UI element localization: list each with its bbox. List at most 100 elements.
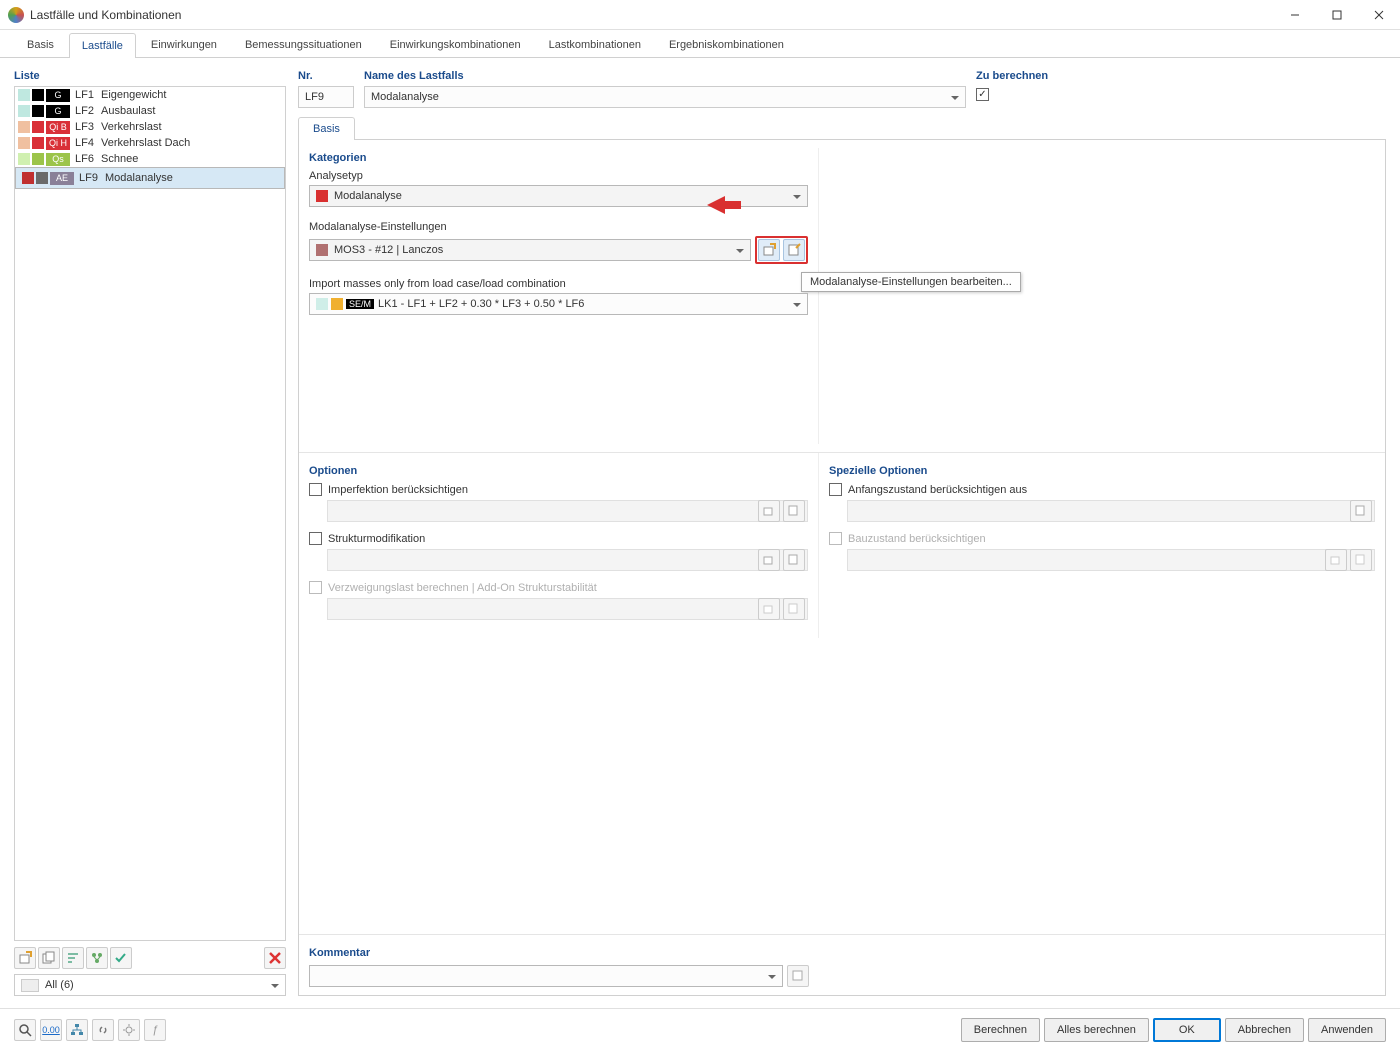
construction-edit-icon <box>1350 549 1372 571</box>
settings-buttons-highlight <box>755 236 808 264</box>
minimize-button[interactable] <box>1274 0 1316 30</box>
lf-name: Ausbaulast <box>101 105 282 117</box>
title-bar: Lastfälle und Kombinationen <box>0 0 1400 30</box>
close-button[interactable] <box>1358 0 1400 30</box>
initial-edit-icon[interactable] <box>1350 500 1372 522</box>
units-icon[interactable]: 0.00 <box>40 1019 62 1041</box>
lf-name: Modalanalyse <box>105 172 278 184</box>
calc-all-button[interactable]: Alles berechnen <box>1044 1018 1149 1042</box>
lf-name: Schnee <box>101 153 282 165</box>
cancel-button[interactable]: Abbrechen <box>1225 1018 1304 1042</box>
type-swatch-icon <box>316 190 328 202</box>
swatch-icon <box>18 105 30 117</box>
list-item[interactable]: Qi H LF4Verkehrslast Dach <box>15 135 285 151</box>
list-item[interactable]: GLF2Ausbaulast <box>15 103 285 119</box>
nr-field[interactable]: LF9 <box>298 86 354 108</box>
ok-button[interactable]: OK <box>1153 1018 1221 1042</box>
category-tag: G <box>46 89 70 102</box>
function-icon[interactable]: ƒ <box>144 1019 166 1041</box>
settings-new-button[interactable] <box>758 239 780 261</box>
copy-icon[interactable] <box>38 947 60 969</box>
imperfection-new-icon[interactable] <box>758 500 780 522</box>
branching-label: Verzweigungslast berechnen | Add-On Stru… <box>328 582 597 594</box>
tree-icon[interactable] <box>86 947 108 969</box>
check-icon[interactable] <box>110 947 132 969</box>
settings-edit-button[interactable] <box>783 239 805 261</box>
list-item[interactable]: Qs LF6Schnee <box>15 151 285 167</box>
lf-number: LF6 <box>75 153 101 165</box>
swatch-icon <box>18 137 30 149</box>
tab-bemessungssituationen[interactable]: Bemessungssituationen <box>232 32 375 57</box>
link-icon[interactable] <box>92 1019 114 1041</box>
kategorien-title: Kategorien <box>309 152 808 164</box>
list-title: Liste <box>14 70 286 82</box>
structmod-new-icon[interactable] <box>758 549 780 571</box>
sort-icon[interactable] <box>62 947 84 969</box>
category-tag: Qi H <box>46 137 70 150</box>
kommentar-field[interactable] <box>309 965 783 987</box>
maximize-button[interactable] <box>1316 0 1358 30</box>
tab-lastfälle[interactable]: Lastfälle <box>69 33 136 58</box>
modal-settings-select[interactable]: MOS3 - #12 | Lanczos <box>309 239 751 261</box>
tab-ergebniskombinationen[interactable]: Ergebniskombinationen <box>656 32 797 57</box>
lf-number: LF4 <box>75 137 101 149</box>
lf-number: LF1 <box>75 89 101 101</box>
gear-icon[interactable] <box>118 1019 140 1041</box>
swatch-icon <box>18 153 30 165</box>
construction-label: Bauzustand berücksichtigen <box>848 533 986 545</box>
structmod-checkbox[interactable] <box>309 532 322 545</box>
delete-icon[interactable] <box>264 947 286 969</box>
list-item[interactable]: AELF9Modalanalyse <box>15 167 285 189</box>
hierarchy-icon[interactable] <box>66 1019 88 1041</box>
apply-button[interactable]: Anwenden <box>1308 1018 1386 1042</box>
name-label: Name des Lastfalls <box>364 70 966 82</box>
name-field[interactable]: Modalanalyse <box>364 86 966 108</box>
structmod-edit-icon[interactable] <box>783 549 805 571</box>
tab-lastkombinationen[interactable]: Lastkombinationen <box>536 32 654 57</box>
new-icon[interactable] <box>14 947 36 969</box>
swatch-icon <box>32 137 44 149</box>
lf-number: LF9 <box>79 172 105 184</box>
structmod-label: Strukturmodifikation <box>328 533 425 545</box>
calc-button[interactable]: Berechnen <box>961 1018 1040 1042</box>
swatch-icon <box>32 153 44 165</box>
bottom-bar: 0.00 ƒ Berechnen Alles berechnen OK Abbr… <box>0 1008 1400 1050</box>
construction-new-icon <box>1325 549 1347 571</box>
list-filter[interactable]: All (6) <box>14 974 286 996</box>
calc-checkbox[interactable] <box>976 88 989 101</box>
nr-label: Nr. <box>298 70 354 82</box>
imperfection-checkbox[interactable] <box>309 483 322 496</box>
load-case-list[interactable]: G LF1Eigengewicht GLF2Ausbaulast Qi B LF3Ver… <box>14 86 286 941</box>
tab-einwirkungen[interactable]: Einwirkungen <box>138 32 230 57</box>
imperfection-edit-icon[interactable] <box>783 500 805 522</box>
lf-name: Eigengewicht <box>101 89 282 101</box>
initial-checkbox[interactable] <box>829 483 842 496</box>
lf-name: Verkehrslast <box>101 121 282 133</box>
lf-number: LF3 <box>75 121 101 133</box>
chevron-down-icon <box>793 191 801 201</box>
analysetyp-select[interactable]: Modalanalyse <box>309 185 808 207</box>
search-icon[interactable] <box>14 1019 36 1041</box>
tab-einwirkungskombinationen[interactable]: Einwirkungskombinationen <box>377 32 534 57</box>
imperfection-label: Imperfektion berücksichtigen <box>328 484 468 496</box>
list-item[interactable]: Qi B LF3Verkehrslast <box>15 119 285 135</box>
lf-name: Verkehrslast Dach <box>101 137 282 149</box>
chevron-down-icon <box>736 245 744 255</box>
subtab-basis[interactable]: Basis <box>298 117 355 140</box>
import-select[interactable]: SE/M LK1 - LF1 + LF2 + 0.30 * LF3 + 0.50… <box>309 293 808 315</box>
analysetyp-label: Analysetyp <box>309 170 808 182</box>
chevron-down-icon <box>793 299 801 309</box>
branching-edit-icon <box>783 598 805 620</box>
initial-label: Anfangszustand berücksichtigen aus <box>848 484 1027 496</box>
tab-basis[interactable]: Basis <box>14 32 67 57</box>
swatch-icon <box>32 89 44 101</box>
list-item[interactable]: G LF1Eigengewicht <box>15 87 285 103</box>
modal-settings-label: Modalanalyse-Einstellungen <box>309 221 808 233</box>
chevron-down-icon <box>768 971 776 981</box>
branching-new-icon <box>758 598 780 620</box>
category-tag: Qi B <box>46 121 70 134</box>
category-tag: Qs <box>46 153 70 166</box>
chevron-down-icon <box>271 979 279 991</box>
kommentar-edit-icon[interactable] <box>787 965 809 987</box>
calc-label: Zu berechnen <box>976 70 1386 82</box>
